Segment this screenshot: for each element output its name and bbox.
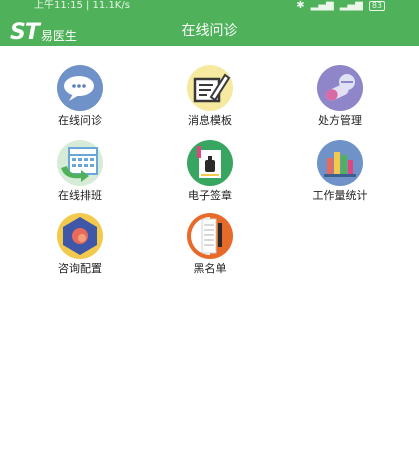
menu-item-message-template[interactable]: 消息模板 [155, 58, 265, 128]
menu-item-label: 在线问诊 [58, 114, 102, 127]
menu-item-prescription-management[interactable]: 处方管理 [285, 58, 395, 128]
menu-item-blacklist[interactable]: 黑名单 [155, 206, 265, 276]
menu-item-online-consultation[interactable]: 在线问诊 [25, 58, 135, 128]
books-stats-icon [317, 140, 363, 186]
edit-template-icon [187, 65, 233, 111]
menu-item-electronic-seal[interactable]: 电子签章 [155, 133, 265, 203]
app-header: 上午11:15 | 11.1K/s ✱ ▂▄▆ ▂▄▆ 83 ST 易医生 在线… [0, 0, 419, 46]
status-icons: ✱ ▂▄▆ ▂▄▆ 83 [296, 0, 385, 12]
menu-item-consultation-config[interactable]: 咨询配置 [25, 206, 135, 276]
menu-item-workload-stats[interactable]: 工作量统计 [285, 133, 395, 203]
battery-icon: 83 [368, 1, 385, 11]
signal-icon: ▂▄▆ [310, 0, 334, 11]
pills-icon [317, 65, 363, 111]
signal-icon-2: ▂▄▆ [339, 0, 363, 11]
bluetooth-icon: ✱ [296, 0, 305, 11]
config-hexagon-icon [57, 213, 103, 259]
menu-item-label: 工作量统计 [312, 189, 368, 202]
status-bar: 上午11:15 | 11.1K/s ✱ ▂▄▆ ▂▄▆ 83 [0, 0, 419, 12]
menu-item-online-scheduling[interactable]: 在线排班 [25, 133, 135, 203]
seal-stamp-icon [187, 140, 233, 186]
menu-item-label: 在线排班 [58, 189, 102, 202]
menu-item-label: 黑名单 [193, 262, 227, 275]
menu-item-label: 消息模板 [188, 114, 232, 127]
chat-bubbles-icon [57, 65, 103, 111]
blacklist-notebook-icon [187, 213, 233, 259]
calendar-schedule-icon [57, 140, 103, 186]
menu-item-label: 处方管理 [318, 114, 362, 127]
menu-item-label: 电子签章 [188, 189, 232, 202]
page-title: 在线问诊 [181, 23, 238, 39]
status-time-speed: 上午11:15 | 11.1K/s [34, 0, 130, 11]
menu-item-label: 咨询配置 [58, 262, 102, 275]
